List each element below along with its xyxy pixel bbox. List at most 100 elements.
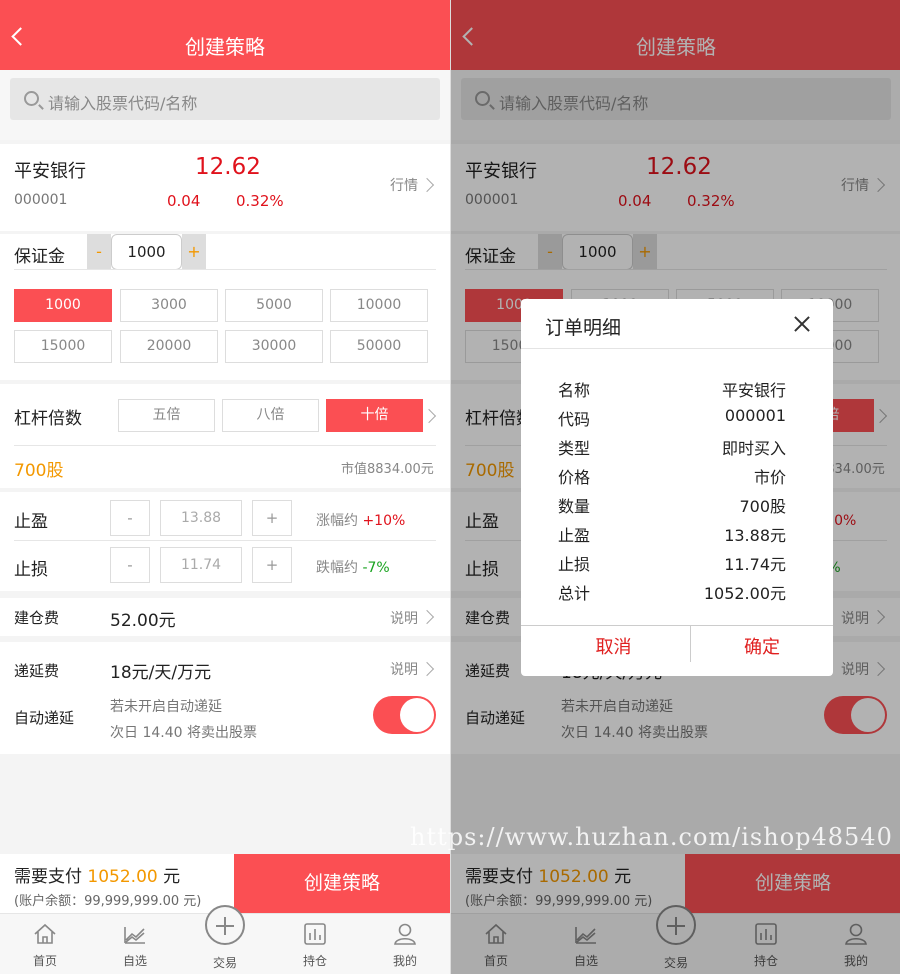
leverage-option[interactable]: 五倍 xyxy=(118,399,215,432)
page-title: 创建策略 xyxy=(185,35,265,59)
tab-label: 交易 xyxy=(212,956,237,970)
explain-link[interactable]: 说明 xyxy=(390,659,418,679)
tab-label: 首页 xyxy=(32,954,57,968)
detail-key: 代码 xyxy=(558,410,591,429)
leverage-label: 杠杆倍数 xyxy=(14,409,82,429)
stop-loss-label: 止损 xyxy=(14,560,48,580)
plus-circle-icon xyxy=(205,905,245,945)
detail-key: 名称 xyxy=(558,381,591,400)
search-placeholder: 请输入股票代码/名称 xyxy=(48,94,198,113)
detail-value: 000001 xyxy=(724,406,786,425)
margin-minus-button[interactable]: - xyxy=(87,234,111,270)
detail-key: 止损 xyxy=(558,555,591,574)
auto-defer-label: 自动递延 xyxy=(14,709,75,727)
divider xyxy=(521,625,833,626)
range-value: -7% xyxy=(362,560,390,576)
chevron-right-icon[interactable] xyxy=(419,177,435,193)
order-detail-dialog: 订单明细 名称 平安银行 代码 000001 类型 即时买入 价格 市价 数量 700股 … xyxy=(521,299,833,676)
margin-option[interactable]: 1000 xyxy=(14,289,112,322)
search-area: 请输入股票代码/名称 xyxy=(0,70,450,140)
deferral-fee-label: 递延费 xyxy=(14,662,60,680)
deferral-fee-value: 18元/天/万元 xyxy=(110,663,212,683)
open-fee-row: 建仓费 52.00元 说明 xyxy=(0,598,450,636)
strategy-screen: 创建策略 请输入股票代码/名称 平安银行 000001 12.62 0.04 0… xyxy=(0,0,450,974)
stop-loss-minus-button[interactable]: - xyxy=(110,547,150,583)
detail-key: 总计 xyxy=(558,584,591,603)
search-input[interactable]: 请输入股票代码/名称 xyxy=(10,78,440,120)
leverage-option[interactable]: 八倍 xyxy=(222,399,319,432)
stop-loss-input[interactable]: 11.74 xyxy=(160,547,242,583)
tab-watchlist[interactable]: 自选 xyxy=(90,914,180,974)
margin-option[interactable]: 50000 xyxy=(330,330,428,363)
detail-row: 名称 平安银行 xyxy=(558,377,786,403)
tab-label: 我的 xyxy=(392,954,417,968)
toggle-knob xyxy=(400,698,434,732)
margin-option[interactable]: 10000 xyxy=(330,289,428,322)
shares-count: 700股 xyxy=(14,461,64,481)
confirm-button[interactable]: 确定 xyxy=(691,633,833,659)
chevron-right-icon[interactable] xyxy=(419,661,435,677)
user-icon xyxy=(394,923,416,945)
tab-bar: 首页 自选 交易 持仓 我的 xyxy=(0,905,450,974)
header-bar: 创建策略 xyxy=(0,0,450,70)
margin-option[interactable]: 15000 xyxy=(14,330,112,363)
stock-change-pct: 0.32% xyxy=(236,192,284,210)
detail-value: 1052.00元 xyxy=(703,584,786,603)
detail-value: 11.74元 xyxy=(724,555,786,574)
divider xyxy=(14,445,436,446)
tab-home[interactable]: 首页 xyxy=(0,914,90,974)
take-profit-input[interactable]: 13.88 xyxy=(160,500,242,536)
dialog-title: 订单明细 xyxy=(545,317,622,339)
margin-label: 保证金 xyxy=(14,247,65,267)
detail-row: 类型 即时买入 xyxy=(558,435,786,461)
tab-positions[interactable]: 持仓 xyxy=(270,914,360,974)
auto-defer-toggle[interactable] xyxy=(373,696,436,734)
stock-code: 000001 xyxy=(14,192,68,208)
auto-defer-note: 若未开启自动递延 xyxy=(110,699,222,715)
cancel-button[interactable]: 取消 xyxy=(521,633,706,659)
margin-option[interactable]: 5000 xyxy=(225,289,323,322)
auto-defer-note: 次日 14.40 将卖出股票 xyxy=(110,725,257,741)
range-label: 跌幅约 xyxy=(316,560,358,576)
tab-profile[interactable]: 我的 xyxy=(360,914,450,974)
payment-label: 需要支付 xyxy=(14,867,82,887)
tab-label: 自选 xyxy=(122,954,147,968)
search-icon xyxy=(24,91,39,106)
margin-section: 保证金 - 1000 + 1000 3000 5000 10000 15000 … xyxy=(0,234,450,380)
close-icon[interactable] xyxy=(792,314,812,334)
chart-icon xyxy=(124,927,145,944)
chevron-right-icon[interactable] xyxy=(421,408,437,424)
watermark: https://www.huzhan.com/ishop48540 xyxy=(410,823,893,851)
stock-price: 12.62 xyxy=(195,154,261,180)
detail-value: 平安银行 xyxy=(721,381,786,400)
leverage-option[interactable]: 十倍 xyxy=(326,399,423,432)
range-value: +10% xyxy=(362,513,406,529)
margin-plus-button[interactable]: + xyxy=(182,234,206,270)
margin-option[interactable]: 30000 xyxy=(225,330,323,363)
deferral-section: 递延费 18元/天/万元 说明 自动递延 若未开启自动递延 次日 14.40 将… xyxy=(0,642,450,754)
divider xyxy=(14,540,436,541)
margin-option[interactable]: 20000 xyxy=(120,330,218,363)
margin-option[interactable]: 3000 xyxy=(120,289,218,322)
detail-value: 700股 xyxy=(739,497,786,516)
explain-link[interactable]: 说明 xyxy=(390,608,418,628)
quote-link[interactable]: 行情 xyxy=(390,175,418,195)
detail-row: 总计 1052.00元 xyxy=(558,580,786,606)
stock-name: 平安银行 xyxy=(14,161,86,182)
detail-row: 价格 市价 xyxy=(558,464,786,490)
bar-icon xyxy=(304,923,326,945)
take-profit-plus-button[interactable]: + xyxy=(252,500,292,536)
take-profit-range: 涨幅约 +10% xyxy=(316,510,405,530)
detail-row: 数量 700股 xyxy=(558,493,786,519)
range-label: 涨幅约 xyxy=(316,513,358,529)
stock-change: 0.04 xyxy=(167,192,201,210)
chevron-right-icon[interactable] xyxy=(419,609,435,625)
create-strategy-button[interactable]: 创建策略 xyxy=(234,854,450,913)
take-profit-minus-button[interactable]: - xyxy=(110,500,150,536)
margin-input[interactable]: 1000 xyxy=(111,234,182,270)
payment-amount: 1052.00 xyxy=(87,867,158,887)
leverage-section: 杠杆倍数 五倍 八倍 十倍 700股 市值8834.00元 xyxy=(0,384,450,488)
divider xyxy=(521,348,833,349)
tab-trade[interactable]: 交易 xyxy=(180,905,270,974)
stop-loss-plus-button[interactable]: + xyxy=(252,547,292,583)
